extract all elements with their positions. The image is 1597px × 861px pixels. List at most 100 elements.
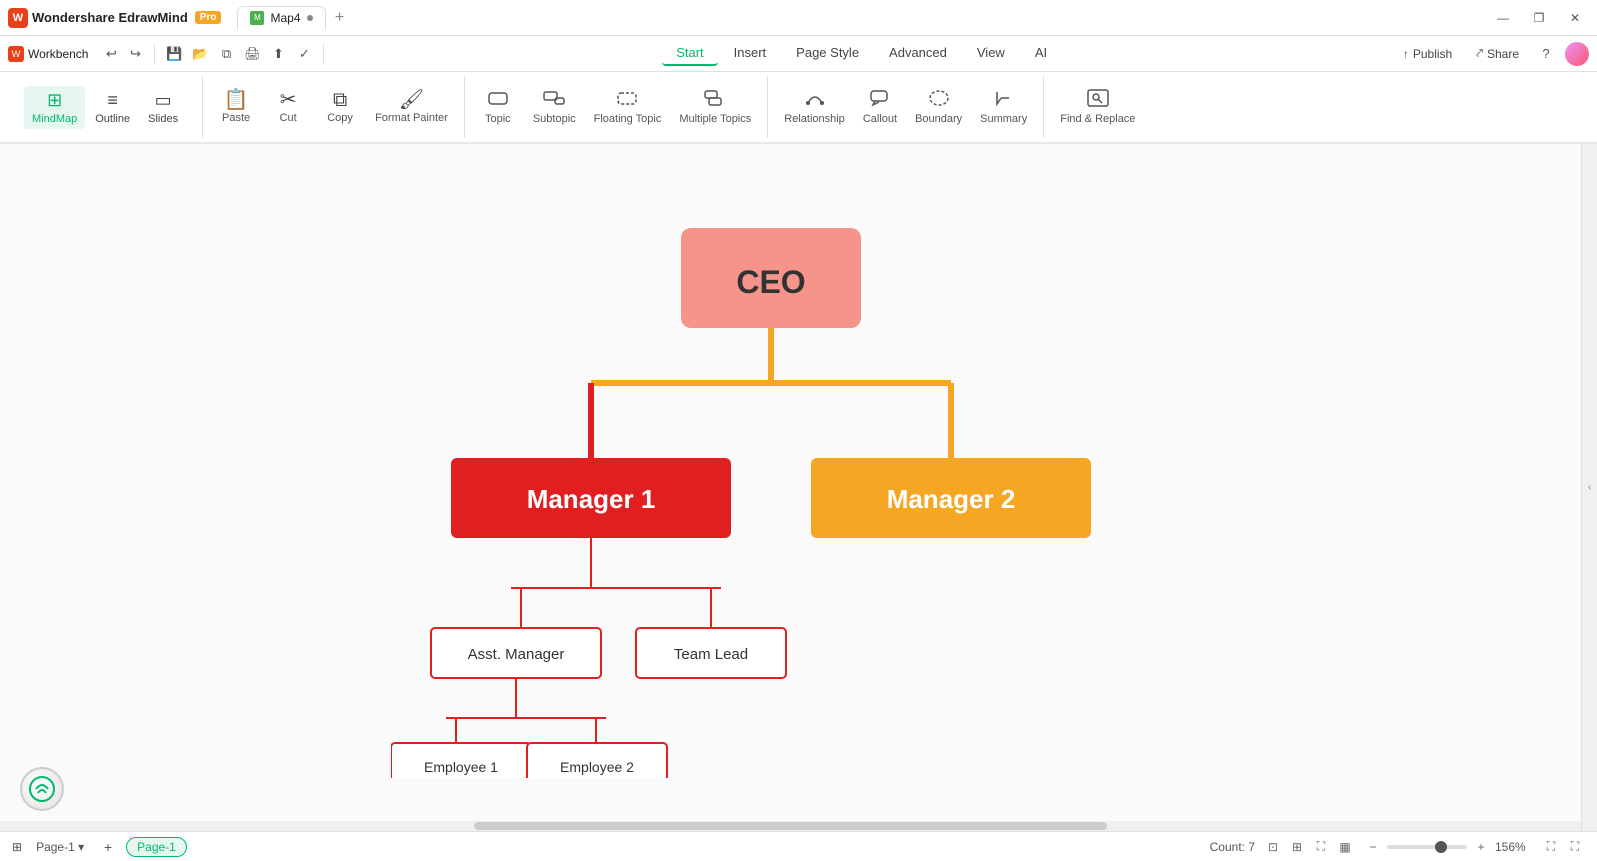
- tab-map4[interactable]: M Map4: [237, 6, 325, 30]
- print-button[interactable]: 🖨: [241, 43, 263, 65]
- menu-view[interactable]: View: [963, 41, 1019, 66]
- save-button[interactable]: 💾: [163, 43, 185, 65]
- app-logo: W Wondershare EdrawMind Pro: [8, 8, 221, 28]
- view-group: ⊞ MindMap ≡ Outline ▭ Slides: [16, 86, 194, 129]
- employee1-label: Employee 1: [424, 759, 498, 775]
- paste-icon: 📋: [224, 90, 249, 110]
- publish-icon: ↑: [1403, 47, 1409, 61]
- page-panel-button[interactable]: ⊞: [12, 840, 22, 854]
- toolbar: ⊞ MindMap ≡ Outline ▭ Slides 📋 Paste ✂ C…: [0, 72, 1597, 144]
- zoom-out-button[interactable]: −: [1363, 837, 1383, 857]
- canvas-area[interactable]: CEO Manager 1 Manager 2: [0, 144, 1581, 831]
- history-buttons: ↩ ↪: [100, 43, 146, 65]
- close-button[interactable]: ✕: [1561, 8, 1589, 28]
- zoom-percent: 156%: [1495, 840, 1533, 854]
- topic-label: Topic: [485, 113, 511, 125]
- canvas-scrollbar-thumb[interactable]: [474, 822, 1106, 830]
- org-chart-svg: CEO Manager 1 Manager 2: [391, 198, 1191, 778]
- publish-button[interactable]: ↑ Publish: [1395, 44, 1460, 64]
- view-slides-button[interactable]: ▭ Slides: [140, 86, 186, 129]
- mindmap-label: MindMap: [32, 113, 77, 125]
- find-replace-button[interactable]: Find & Replace: [1052, 85, 1143, 129]
- share-button[interactable]: ⤤ Share: [1468, 43, 1527, 64]
- format-painter-button[interactable]: 🖌 Format Painter: [367, 86, 456, 128]
- multiple-topics-label: Multiple Topics: [679, 113, 751, 125]
- relationship-button[interactable]: Relationship: [776, 85, 853, 129]
- floating-topic-icon: [616, 89, 638, 111]
- workbench-icon: W: [8, 46, 24, 62]
- pro-badge: Pro: [195, 11, 222, 24]
- zoom-slider-thumb[interactable]: [1435, 841, 1447, 853]
- slides-label: Slides: [148, 113, 178, 125]
- ceo-label: CEO: [736, 264, 805, 300]
- duplicate-button[interactable]: ⧉: [215, 43, 237, 65]
- view-icon-dual[interactable]: ⊞: [1287, 837, 1307, 857]
- mindmap-icon: ⊞: [47, 90, 62, 111]
- relationship-label: Relationship: [784, 113, 845, 125]
- copy-button[interactable]: ⧉ Copy: [315, 86, 365, 128]
- view-icon-single[interactable]: ⊡: [1263, 837, 1283, 857]
- view-mindmap-button[interactable]: ⊞ MindMap: [24, 86, 85, 129]
- workbench-label: Workbench: [28, 47, 88, 61]
- callout-label: Callout: [863, 113, 897, 125]
- publish-label: Publish: [1413, 47, 1452, 61]
- title-bar: W Wondershare EdrawMind Pro M Map4 + — ❐…: [0, 0, 1597, 36]
- manager2-label: Manager 2: [886, 484, 1015, 514]
- open-button[interactable]: 📂: [189, 43, 211, 65]
- floating-topic-button[interactable]: Floating Topic: [586, 85, 670, 129]
- bottom-bar: ⊞ Page-1 ▾ + Page-1 Count: 7 ⊡ ⊞ ⛶ ▦ − +…: [0, 831, 1597, 861]
- org-chart: CEO Manager 1 Manager 2: [0, 144, 1581, 831]
- topic-button[interactable]: Topic: [473, 85, 523, 129]
- canvas-scrollbar[interactable]: [0, 821, 1581, 831]
- zoom-in-button[interactable]: +: [1471, 837, 1491, 857]
- toolbar-edit-section: 📋 Paste ✂ Cut ⧉ Copy 🖌 Format Painter: [203, 76, 465, 138]
- right-actions: ↑ Publish ⤤ Share ?: [1395, 42, 1589, 66]
- right-panel-toggle[interactable]: ‹: [1581, 144, 1597, 831]
- cut-button[interactable]: ✂ Cut: [263, 86, 313, 128]
- undo-button[interactable]: ↩: [100, 43, 122, 65]
- menu-advanced[interactable]: Advanced: [875, 41, 961, 66]
- multiple-topics-button[interactable]: Multiple Topics: [671, 85, 759, 129]
- view-outline-button[interactable]: ≡ Outline: [87, 86, 138, 129]
- menubar-separator-2: [323, 44, 324, 64]
- export-button[interactable]: ⬆: [267, 43, 289, 65]
- menu-page-style[interactable]: Page Style: [782, 41, 873, 66]
- view-icon-grid[interactable]: ▦: [1335, 837, 1355, 857]
- boundary-button[interactable]: Boundary: [907, 85, 970, 129]
- page-selector[interactable]: Page-1 ▾: [26, 838, 94, 856]
- view-mode-icons: ⊡ ⊞ ⛶ ▦: [1263, 837, 1355, 857]
- add-page-button[interactable]: +: [98, 837, 118, 857]
- subtopic-button[interactable]: Subtopic: [525, 85, 584, 129]
- redo-button[interactable]: ↪: [124, 43, 146, 65]
- slides-icon: ▭: [155, 90, 172, 111]
- toolbar-relationship-section: Relationship Callout Boundary: [768, 76, 1044, 138]
- paste-button[interactable]: 📋 Paste: [211, 86, 261, 128]
- find-replace-icon: [1087, 89, 1109, 111]
- mark-button[interactable]: ✓: [293, 43, 315, 65]
- view-icon-fit[interactable]: ⛶: [1311, 837, 1331, 857]
- fit-window-button[interactable]: ⛶: [1541, 837, 1561, 857]
- workbench-button[interactable]: W Workbench: [8, 46, 88, 62]
- zoom-controls: − + 156%: [1363, 837, 1533, 857]
- menu-bar: W Workbench ↩ ↪ 💾 📂 ⧉ 🖨 ⬆ ✓ Start Insert…: [0, 36, 1597, 72]
- asst-manager-label: Asst. Manager: [467, 646, 564, 663]
- toolbar-topic-section: Topic Subtopic Floating Topic: [465, 76, 768, 138]
- minimize-button[interactable]: —: [1489, 8, 1517, 28]
- maximize-button[interactable]: ❐: [1525, 8, 1553, 28]
- new-tab-button[interactable]: +: [328, 6, 352, 30]
- copy-label: Copy: [327, 112, 353, 124]
- page-tab-1[interactable]: Page-1: [126, 837, 187, 857]
- relationship-icon: [804, 89, 826, 111]
- summary-button[interactable]: Summary: [972, 85, 1035, 129]
- employee2-label: Employee 2: [560, 759, 634, 775]
- menu-start[interactable]: Start: [662, 41, 717, 66]
- outline-label: Outline: [95, 113, 130, 125]
- fullscreen-button[interactable]: ⛶: [1565, 837, 1585, 857]
- user-avatar[interactable]: [1565, 42, 1589, 66]
- help-button[interactable]: ?: [1535, 43, 1557, 65]
- menu-insert[interactable]: Insert: [720, 41, 781, 66]
- callout-button[interactable]: Callout: [855, 85, 905, 129]
- menu-ai[interactable]: AI: [1021, 41, 1061, 66]
- boundary-label: Boundary: [915, 113, 962, 125]
- zoom-slider[interactable]: [1387, 845, 1467, 849]
